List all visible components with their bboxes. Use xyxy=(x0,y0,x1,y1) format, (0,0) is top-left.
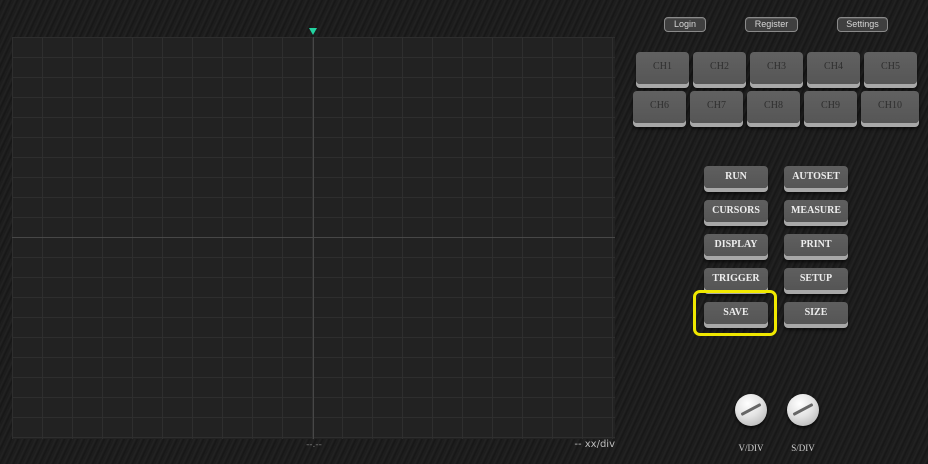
channel-button-ch10[interactable]: CH10 xyxy=(861,91,919,123)
vertical-center-axis xyxy=(313,37,314,439)
knob-indicator-icon xyxy=(792,403,814,416)
channel-button-ch8[interactable]: CH8 xyxy=(747,91,800,123)
login-button[interactable]: Login xyxy=(664,17,706,32)
register-button[interactable]: Register xyxy=(745,17,798,32)
measure-button[interactable]: MEASURE xyxy=(784,200,848,222)
print-button[interactable]: PRINT xyxy=(784,234,848,256)
sdiv-label: S/DIV xyxy=(791,443,815,453)
channel-button-ch7[interactable]: CH7 xyxy=(690,91,743,123)
settings-button[interactable]: Settings xyxy=(837,17,888,32)
sdiv-knob[interactable] xyxy=(787,394,819,426)
horizontal-center-axis xyxy=(12,237,615,238)
vdiv-label: V/DIV xyxy=(738,443,764,453)
size-button[interactable]: SIZE xyxy=(784,302,848,324)
save-button-highlight xyxy=(693,290,777,336)
run-button[interactable]: RUN xyxy=(704,166,768,188)
channel-button-ch5[interactable]: CH5 xyxy=(864,52,917,84)
channel-button-ch4[interactable]: CH4 xyxy=(807,52,860,84)
autoset-button[interactable]: AUTOSET xyxy=(784,166,848,188)
channel-button-ch2[interactable]: CH2 xyxy=(693,52,746,84)
channel-button-ch1[interactable]: CH1 xyxy=(636,52,689,84)
trigger-button[interactable]: TRIGGER xyxy=(704,268,768,290)
display-button[interactable]: DISPLAY xyxy=(704,234,768,256)
channel-button-ch3[interactable]: CH3 xyxy=(750,52,803,84)
channel-button-ch9[interactable]: CH9 xyxy=(804,91,857,123)
channel-button-ch6[interactable]: CH6 xyxy=(633,91,686,123)
time-offset-readout: --.-- xyxy=(306,440,322,450)
scale-readout: -- xx/div xyxy=(574,439,615,450)
vdiv-knob[interactable] xyxy=(735,394,767,426)
knob-indicator-icon xyxy=(740,403,762,416)
setup-button[interactable]: SETUP xyxy=(784,268,848,290)
cursors-button[interactable]: CURSORS xyxy=(704,200,768,222)
trigger-marker-icon[interactable] xyxy=(309,28,317,35)
